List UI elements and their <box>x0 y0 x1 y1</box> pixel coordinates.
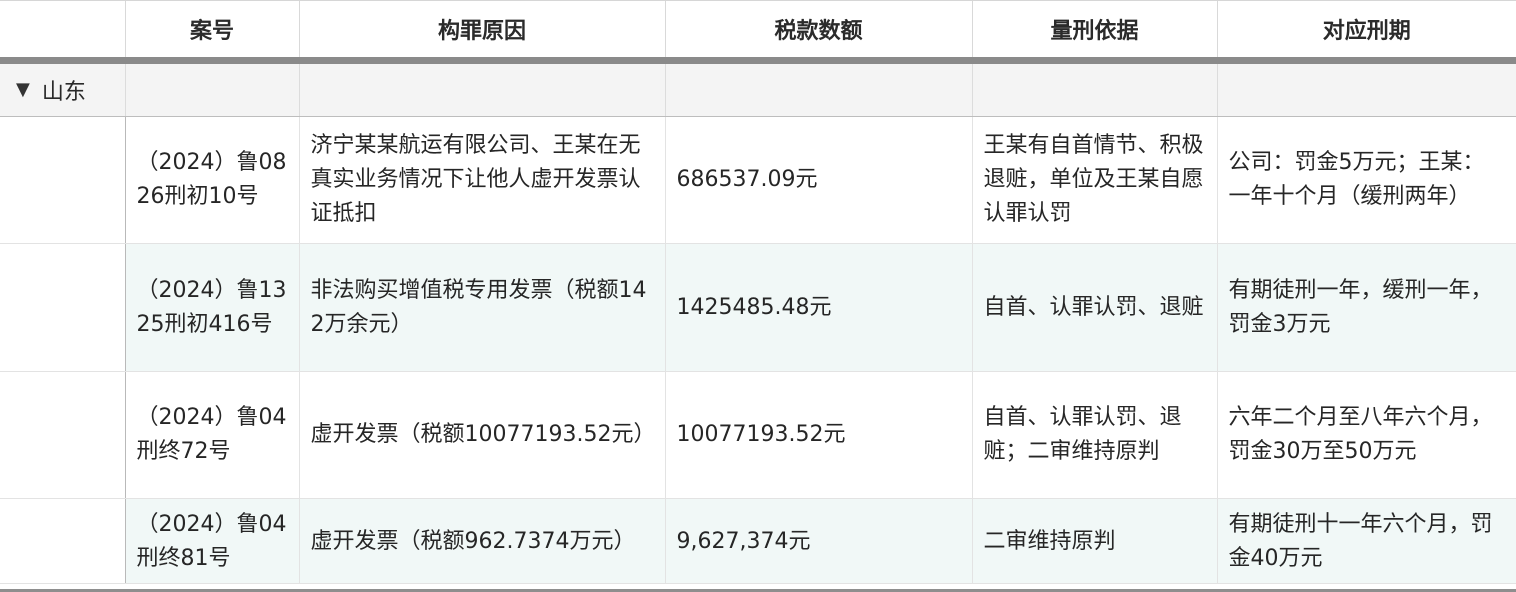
cell-basis[interactable]: 自首、认罪认罚、退赃 <box>971 243 1217 372</box>
header-cell-reason[interactable]: 构罪原因 <box>298 0 665 64</box>
cell-case-no[interactable]: （2024）鲁04刑终81号 <box>125 498 299 584</box>
table-row[interactable]: （2024）鲁0826刑初10号 济宁某某航运有限公司、王某在无真实业务情况下让… <box>0 116 1516 244</box>
cell-amount[interactable]: 9,627,374元 <box>664 498 972 584</box>
cell-reason[interactable]: 虚开发票（税额10077193.52元） <box>298 371 665 499</box>
group-cell <box>124 60 299 117</box>
group-cell <box>1216 60 1516 117</box>
cell-case-no[interactable]: （2024）鲁0826刑初10号 <box>125 116 299 244</box>
cell-case-no[interactable]: （2024）鲁04刑终72号 <box>125 371 299 499</box>
group-cell <box>298 60 665 117</box>
cell-reason[interactable]: 非法购买增值税专用发票（税额142万余元） <box>298 243 665 372</box>
cell-sentence[interactable]: 六年二个月至八年六个月，罚金30万至50万元 <box>1216 371 1516 499</box>
cell-basis[interactable]: 二审维持原判 <box>971 498 1217 584</box>
table-row[interactable]: （2024）鲁04刑终72号 虚开发票（税额10077193.52元） 1007… <box>0 371 1516 499</box>
cell-basis[interactable]: 自首、认罪认罚、退赃；二审维持原判 <box>971 371 1217 499</box>
row-indent-cell <box>0 371 126 499</box>
cell-amount[interactable]: 1425485.48元 <box>664 243 972 372</box>
cell-sentence[interactable]: 公司：罚金5万元；王某：一年十个月（缓刑两年） <box>1216 116 1516 244</box>
group-cell-label[interactable]: ▼ 山东 <box>0 60 125 117</box>
group-label-text: 山东 <box>41 80 86 105</box>
cell-reason[interactable]: 济宁某某航运有限公司、王某在无真实业务情况下让他人虚开发票认证抵扣 <box>298 116 665 244</box>
cell-reason[interactable]: 虚开发票（税额962.7374万元） <box>298 498 665 584</box>
group-toggle[interactable]: ▼ 山东 <box>0 74 125 106</box>
table-row[interactable]: （2024）鲁1325刑初416号 非法购买增值税专用发票（税额142万余元） … <box>0 243 1516 372</box>
header-cell-basis[interactable]: 量刑依据 <box>971 0 1217 64</box>
group-cell <box>971 60 1217 117</box>
header-cell-sentence[interactable]: 对应刑期 <box>1216 0 1516 64</box>
header-cell-blank <box>0 0 125 64</box>
group-row-shandong[interactable]: ▼ 山东 <box>0 60 1516 117</box>
cell-amount[interactable]: 686537.09元 <box>664 116 972 244</box>
cell-sentence[interactable]: 有期徒刑一年，缓刑一年，罚金3万元 <box>1216 243 1516 372</box>
cell-sentence[interactable]: 有期徒刑十一年六个月，罚金40万元 <box>1216 498 1516 584</box>
cell-amount[interactable]: 10077193.52元 <box>664 371 972 499</box>
table-row[interactable]: （2024）鲁04刑终81号 虚开发票（税额962.7374万元） 9,627,… <box>0 498 1516 584</box>
case-table-sheet: 案号 构罪原因 税款数额 量刑依据 对应刑期 ▼ 山东 （2024）鲁0826刑… <box>0 0 1516 592</box>
header-cell-case-no[interactable]: 案号 <box>124 0 299 64</box>
group-cell <box>664 60 972 117</box>
case-table: 案号 构罪原因 税款数额 量刑依据 对应刑期 ▼ 山东 （2024）鲁0826刑… <box>0 0 1516 584</box>
row-indent-cell <box>0 116 126 244</box>
caret-down-icon[interactable]: ▼ <box>16 81 30 99</box>
cell-case-no[interactable]: （2024）鲁1325刑初416号 <box>125 243 299 372</box>
header-cell-amount[interactable]: 税款数额 <box>664 0 972 64</box>
cell-basis[interactable]: 王某有自首情节、积极退赃，单位及王某自愿认罪认罚 <box>971 116 1217 244</box>
row-indent-cell <box>0 498 126 584</box>
header-row: 案号 构罪原因 税款数额 量刑依据 对应刑期 <box>0 0 1516 64</box>
row-indent-cell <box>0 243 126 372</box>
